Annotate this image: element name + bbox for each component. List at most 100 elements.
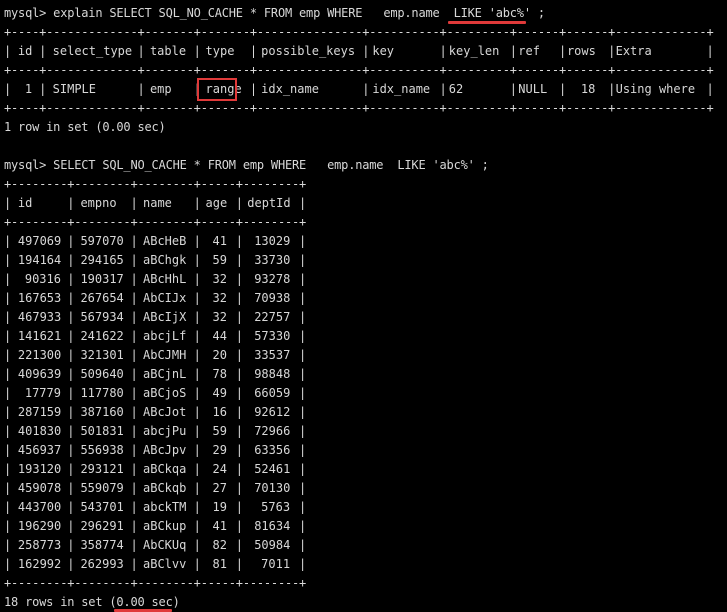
result-cell-3: 16: [212, 405, 227, 419]
select-command-line[interactable]: mysql> SELECT SQL_NO_CACHE * FROM emp WH…: [4, 156, 489, 175]
result-table-border-bottom: +--------+--------+--------+-----+------…: [4, 576, 307, 590]
result-cell-1: 358774: [80, 538, 124, 552]
result-cell-2: aBCjoS: [143, 386, 187, 400]
result-cell-1: 296291: [80, 519, 124, 533]
result-cell-1: 567934: [80, 310, 124, 324]
result-cell-0: 443700: [17, 500, 62, 514]
result-cell-3: 19: [212, 500, 227, 514]
result-cell-0: 167653: [17, 291, 62, 305]
result-cell-3: 81: [212, 557, 227, 571]
result-cell-3: 32: [212, 272, 227, 286]
result-cell-3: 41: [212, 519, 227, 533]
result-cell-1: 321301: [80, 348, 124, 362]
explain-header-cell-0: id: [17, 44, 33, 58]
result-cell-0: 193120: [17, 462, 62, 476]
result-cell-4: 50984: [254, 538, 291, 552]
result-cell-4: 33730: [254, 253, 291, 267]
result-cell-2: AbCJMH: [143, 348, 187, 362]
explain-table-border-bottom: +----+-------------+-------+-------+----…: [4, 101, 714, 115]
explain-data-cell-8: 18: [580, 82, 596, 96]
result-cell-0: 162992: [17, 557, 62, 571]
explain-header-cell-4: possible_keys: [261, 44, 356, 58]
explain-data-cell-1: SIMPLE: [52, 82, 96, 96]
result-cell-2: abcjPu: [143, 424, 187, 438]
result-cell-1: 509640: [80, 367, 124, 381]
result-cell-3: 32: [212, 291, 227, 305]
result-header-cell-1: empno: [80, 196, 117, 210]
result-cell-0: 287159: [17, 405, 62, 419]
explain-header-cell-6: key_len: [448, 44, 500, 58]
result-cell-0: 17779: [24, 386, 61, 400]
result-cell-3: 20: [212, 348, 227, 362]
result-cell-0: 456937: [17, 443, 62, 457]
result-cell-0: 194164: [17, 253, 62, 267]
result-header-cell-3: age: [205, 196, 228, 210]
result-cell-3: 82: [212, 538, 227, 552]
result-cell-1: 597070: [80, 234, 124, 248]
result-cell-2: AbCKUq: [143, 538, 187, 552]
result-cell-0: 141621: [17, 329, 62, 343]
result-cell-1: 190317: [80, 272, 124, 286]
result-cell-0: 258773: [17, 538, 62, 552]
explain-data-cell-7: NULL: [518, 82, 548, 96]
explain-data-cell-6: 62: [448, 82, 464, 96]
result-cell-1: 262993: [80, 557, 124, 571]
explain-data-row: | | | | | | | | | | |: [4, 82, 714, 96]
result-cell-0: 401830: [17, 424, 62, 438]
result-cell-0: 459078: [17, 481, 62, 495]
result-cell-4: 72966: [254, 424, 291, 438]
result-cell-1: 559079: [80, 481, 124, 495]
explain-header-cell-1: select_type: [52, 44, 133, 58]
result-cell-2: abcjLf: [143, 329, 187, 343]
result-cell-3: 59: [212, 253, 227, 267]
result-cell-0: 221300: [17, 348, 62, 362]
result-cell-0: 467933: [17, 310, 62, 324]
result-cell-0: 409639: [17, 367, 62, 381]
result-cell-4: 5763: [261, 500, 291, 514]
result-cell-4: 13029: [254, 234, 291, 248]
result-cell-2: aBCkup: [143, 519, 187, 533]
result-cell-4: 57330: [254, 329, 291, 343]
result-cell-3: 49: [212, 386, 227, 400]
result-cell-4: 93278: [254, 272, 291, 286]
explain-header-cell-8: rows: [566, 44, 596, 58]
result-cell-4: 63356: [254, 443, 291, 457]
result-cell-1: 501831: [80, 424, 124, 438]
explain-data-cell-0: 1: [24, 82, 33, 96]
result-cell-4: 52461: [254, 462, 291, 476]
explain-header-cell-5: key: [372, 44, 395, 58]
result-cell-1: 117780: [80, 386, 124, 400]
result-cell-2: abckTM: [143, 500, 187, 514]
result-cell-3: 44: [212, 329, 227, 343]
result-cell-1: 543701: [80, 500, 124, 514]
result-cell-2: aBChgk: [143, 253, 187, 267]
result-header-cell-2: name: [143, 196, 172, 210]
result-cell-0: 497069: [17, 234, 62, 248]
result-cell-3: 24: [212, 462, 227, 476]
result-cell-4: 70938: [254, 291, 291, 305]
result-cell-3: 41: [212, 234, 227, 248]
result-cell-4: 92612: [254, 405, 291, 419]
result-cell-4: 33537: [254, 348, 291, 362]
terminal-window[interactable]: mysql> explain SELECT SQL_NO_CACHE * FRO…: [4, 4, 724, 612]
result-cell-4: 7011: [261, 557, 291, 571]
explain-status-text: 1 row in set (0.00 sec): [4, 120, 166, 134]
result-cell-4: 66059: [254, 386, 291, 400]
result-cell-2: ABcIjX: [143, 310, 187, 324]
explain-data-cell-9: Using where: [615, 82, 696, 96]
result-cell-3: 29: [212, 443, 227, 457]
result-cell-4: 22757: [254, 310, 291, 324]
result-cell-2: AbCIJx: [143, 291, 187, 305]
result-cell-1: 241622: [80, 329, 124, 343]
result-cell-1: 293121: [80, 462, 124, 476]
range-highlight-box: [196, 78, 237, 101]
result-cell-1: 294165: [80, 253, 124, 267]
result-table-border-mid: +--------+--------+--------+-----+------…: [4, 215, 307, 229]
explain-data-cell-4: idx_name: [261, 82, 319, 96]
result-cell-2: aBCjnL: [143, 367, 187, 381]
explain-header-cell-2: table: [149, 44, 187, 58]
result-cell-2: ABcHeB: [143, 234, 187, 248]
result-cell-1: 267654: [80, 291, 124, 305]
result-cell-1: 387160: [80, 405, 124, 419]
result-table-border-top: +--------+--------+--------+-----+------…: [4, 177, 307, 191]
